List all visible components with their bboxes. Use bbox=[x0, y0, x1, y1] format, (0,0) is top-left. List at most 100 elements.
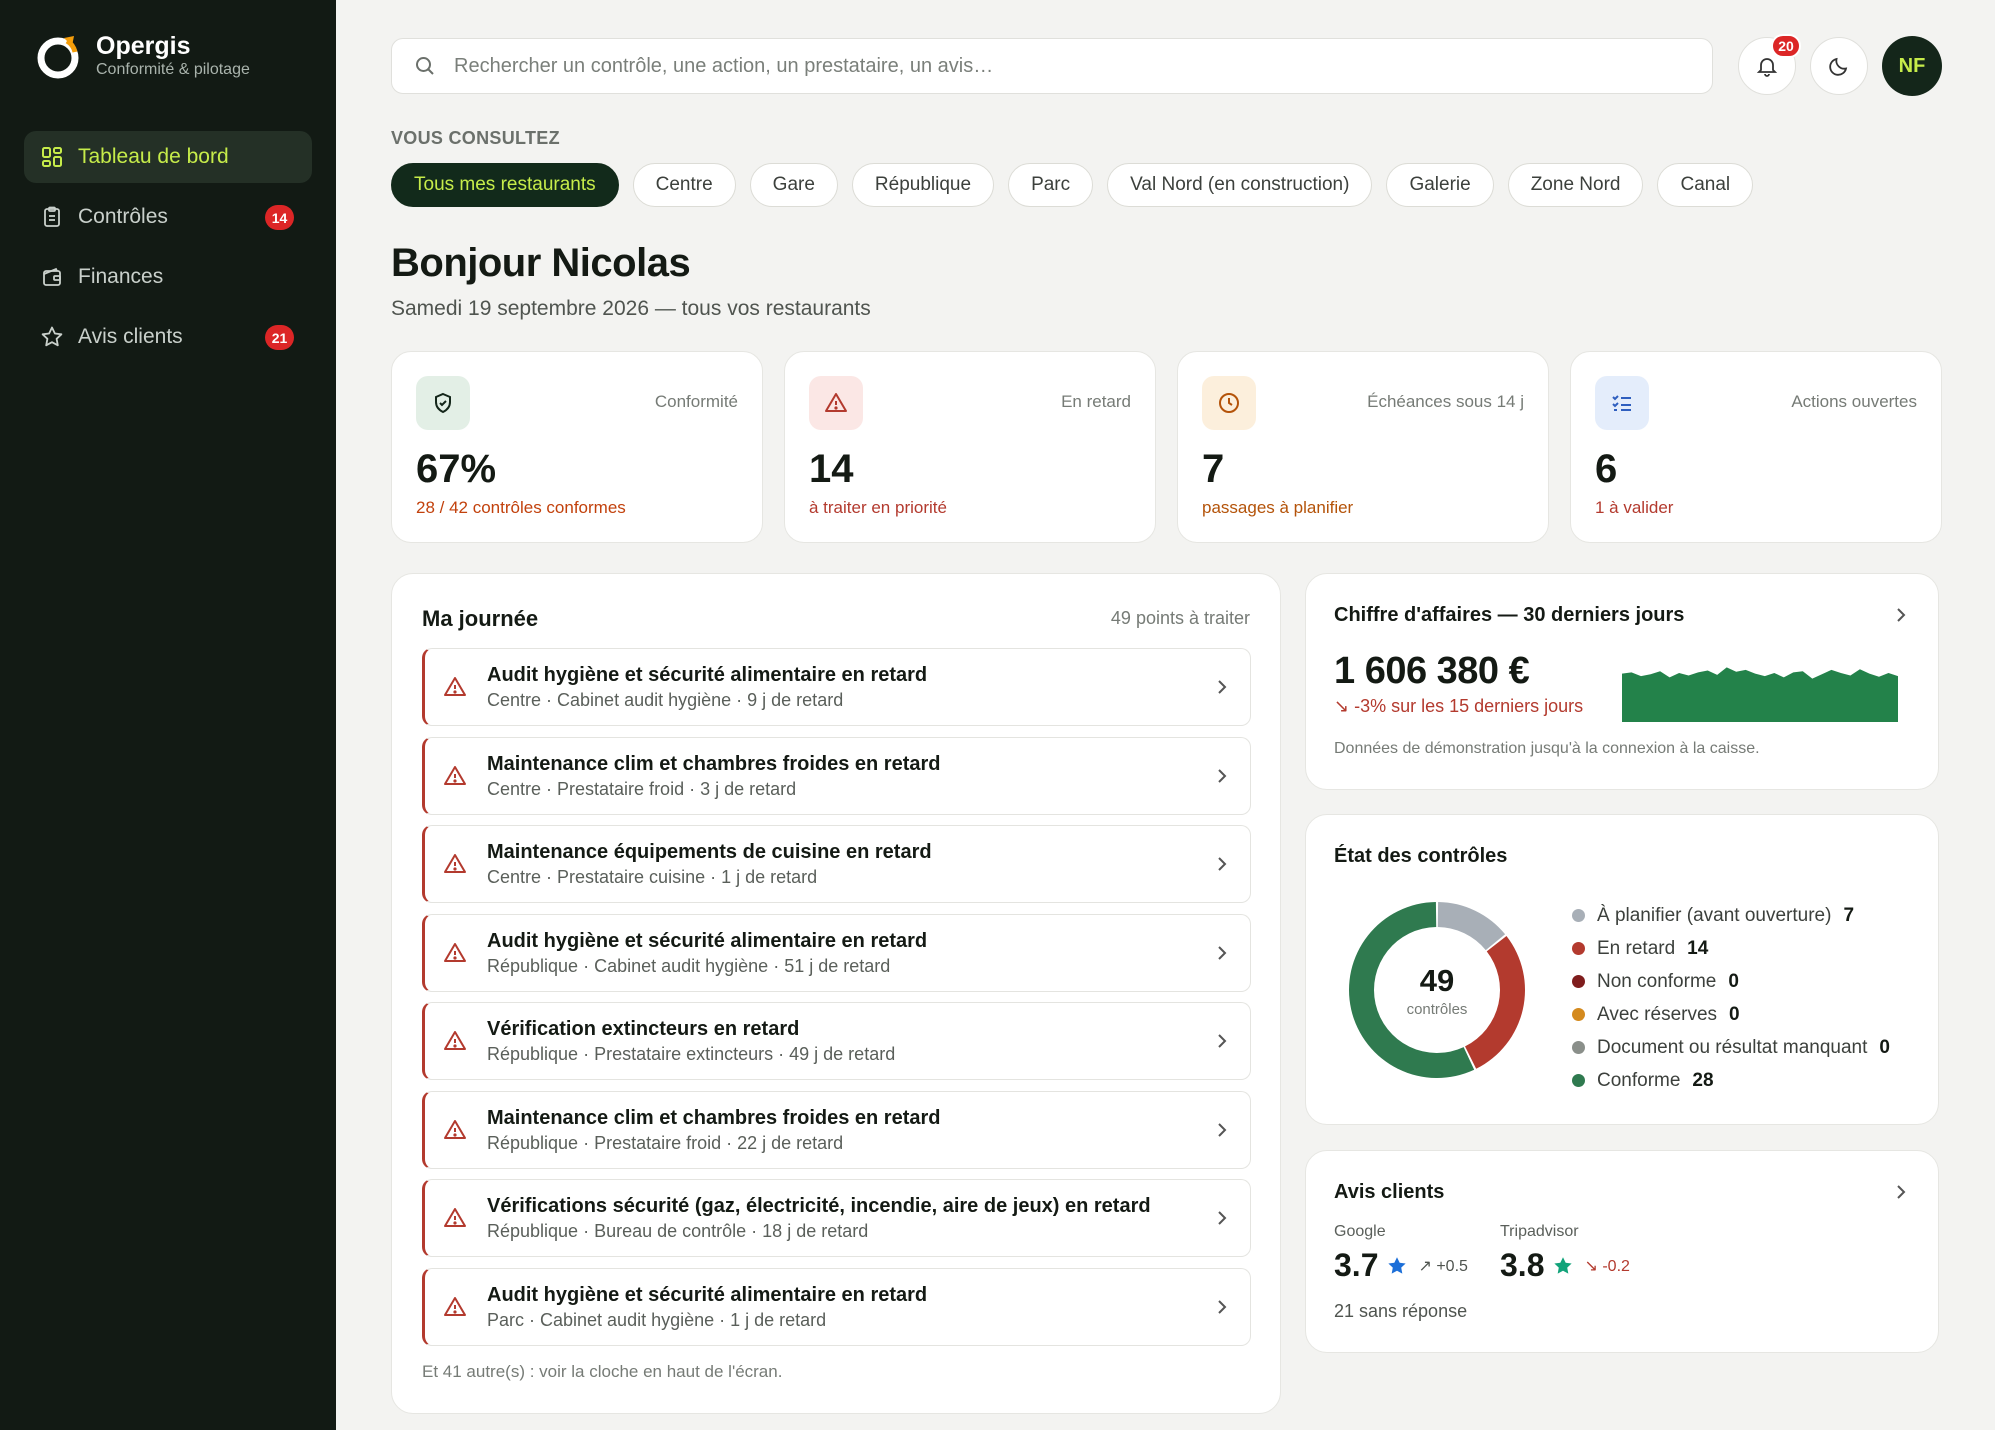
legend-item: Document ou résultat manquant 0 bbox=[1572, 1031, 1890, 1064]
chevron-right-icon bbox=[1218, 768, 1227, 783]
revenue-delta: ↘ -3% sur les 15 derniers jours bbox=[1334, 696, 1584, 716]
chip-parc[interactable]: Parc bbox=[1008, 163, 1094, 207]
chip-republique[interactable]: République bbox=[851, 163, 995, 207]
search-input[interactable] bbox=[454, 54, 1690, 78]
kpi-card-actions-ouvertes[interactable]: Actions ouvertes 6 1 à valider bbox=[1570, 351, 1942, 543]
task-meta: Centre · Prestataire froid · 3 j de reta… bbox=[487, 778, 797, 799]
chevron-right-icon[interactable] bbox=[1894, 1183, 1908, 1201]
chip-canal[interactable]: Canal bbox=[1657, 163, 1754, 207]
kpi-card-conformite[interactable]: Conformité 67% 28 / 42 contrôles conform… bbox=[391, 351, 763, 543]
brand[interactable]: Opergis Conformité & pilotage bbox=[34, 32, 250, 80]
legend-label: Avec réserves bbox=[1597, 1003, 1718, 1025]
task-list: Audit hygiène et sécurité alimentaire en… bbox=[422, 648, 1251, 1356]
legend-value: 14 bbox=[1687, 937, 1709, 959]
task-item[interactable]: Audit hygiène et sécurité alimentaire en… bbox=[422, 648, 1251, 726]
task-item[interactable]: Audit hygiène et sécurité alimentaire en… bbox=[422, 1267, 1251, 1346]
chevron-right-icon[interactable] bbox=[1894, 606, 1908, 624]
controles-count-badge: 14 bbox=[265, 205, 294, 230]
kpi-card-echeances[interactable]: Échéances sous 14 j 7 passages à planifi… bbox=[1177, 351, 1549, 543]
platform-name: Tripadvisor bbox=[1500, 1223, 1579, 1240]
platform-name: Google bbox=[1334, 1223, 1386, 1240]
chevron-right-icon bbox=[1218, 857, 1227, 871]
chip-val-nord[interactable]: Val Nord (en construction) bbox=[1107, 163, 1373, 207]
platform-tripadvisor: Tripadvisor 3.8 ↘ -0.2 bbox=[1500, 1223, 1630, 1284]
kpi-value: 7 bbox=[1202, 447, 1225, 491]
task-item[interactable]: Maintenance équipements de cuisine en re… bbox=[422, 825, 1251, 903]
restaurant-filter-chips: Tous mes restaurants Centre Gare Républi… bbox=[391, 163, 1754, 207]
clipboard-icon bbox=[40, 205, 64, 229]
chip-tous-mes-restaurants[interactable]: Tous mes restaurants bbox=[391, 163, 619, 207]
chip-zone-nord[interactable]: Zone Nord bbox=[1507, 163, 1644, 207]
legend-dot bbox=[1572, 1008, 1585, 1021]
legend-item: Conforme 28 bbox=[1572, 1064, 1890, 1097]
chevron-right-icon bbox=[1218, 945, 1227, 960]
donut-total-label: contrôles bbox=[1406, 1001, 1468, 1018]
kpi-subtext: passages à planifier bbox=[1202, 498, 1354, 517]
kpi-card-en-retard[interactable]: En retard 14 à traiter en priorité bbox=[784, 351, 1156, 543]
sparkline-area bbox=[1622, 667, 1898, 722]
kpi-label: Conformité bbox=[654, 392, 738, 411]
chevron-right-icon bbox=[1218, 1299, 1227, 1314]
legend-dot bbox=[1572, 1074, 1585, 1087]
sidebar-item-label: Avis clients bbox=[78, 325, 183, 348]
warning-triangle-icon bbox=[444, 854, 466, 873]
sidebar: Opergis Conformité & pilotage Tableau de… bbox=[0, 0, 336, 1430]
task-item[interactable]: Maintenance clim et chambres froides en … bbox=[422, 736, 1251, 815]
brand-name: Opergis bbox=[96, 32, 191, 60]
avis-count-badge: 21 bbox=[265, 325, 294, 350]
kpi-subtext: à traiter en priorité bbox=[809, 498, 947, 517]
notifications-button[interactable]: 20 bbox=[1738, 34, 1801, 95]
kpi-label: En retard bbox=[1061, 392, 1131, 411]
scope-label: VOUS CONSULTEZ bbox=[391, 128, 560, 148]
legend-dot bbox=[1572, 1041, 1585, 1054]
legend-value: 0 bbox=[1729, 1003, 1740, 1025]
kpi-value: 67% bbox=[416, 447, 497, 491]
warning-triangle-icon bbox=[444, 942, 466, 962]
sidebar-item-finances[interactable]: Finances bbox=[24, 251, 312, 303]
warning-triangle-icon bbox=[444, 1296, 466, 1316]
task-title: Maintenance équipements de cuisine en re… bbox=[487, 841, 932, 863]
user-avatar[interactable]: NF bbox=[1882, 36, 1942, 96]
rating-score: 3.8 bbox=[1500, 1247, 1545, 1283]
theme-toggle-button[interactable] bbox=[1810, 37, 1868, 95]
star-icon bbox=[40, 325, 64, 349]
task-item[interactable]: Vérification extincteurs en retard Républ… bbox=[422, 1002, 1251, 1080]
sidebar-item-avis-clients[interactable]: Avis clients 21 bbox=[24, 311, 312, 363]
donut-total: 49 bbox=[1419, 963, 1455, 998]
legend-item: Non conforme 0 bbox=[1572, 965, 1890, 998]
task-title: Vérifications sécurité (gaz, électricité… bbox=[487, 1195, 1151, 1217]
task-item[interactable]: Vérifications sécurité (gaz, électricité… bbox=[422, 1179, 1251, 1257]
sidebar-nav: Tableau de bord Contrôles 14 Finances Av… bbox=[24, 131, 312, 371]
task-title: Audit hygiène et sécurité alimentaire en… bbox=[487, 664, 928, 686]
legend-item: À planifier (avant ouverture) 7 bbox=[1572, 899, 1890, 932]
search-icon bbox=[416, 57, 434, 75]
sidebar-item-controles[interactable]: Contrôles 14 bbox=[24, 191, 312, 243]
donut-segment bbox=[1437, 902, 1506, 951]
chip-centre[interactable]: Centre bbox=[632, 163, 736, 207]
kpi-label: Échéances sous 14 j bbox=[1367, 392, 1524, 411]
task-meta: République · Bureau de contrôle · 18 j d… bbox=[487, 1221, 869, 1241]
chip-gare[interactable]: Gare bbox=[749, 163, 838, 207]
chip-galerie[interactable]: Galerie bbox=[1386, 163, 1494, 207]
revenue-value: 1 606 380 € bbox=[1334, 650, 1530, 692]
kpi-value: 6 bbox=[1595, 447, 1618, 491]
task-meta: Centre · Prestataire cuisine · 1 j de re… bbox=[487, 867, 818, 887]
search-bar[interactable] bbox=[391, 38, 1713, 94]
star-filled-icon bbox=[1388, 1256, 1407, 1274]
task-item[interactable]: Maintenance clim et chambres froides en … bbox=[422, 1090, 1251, 1169]
chiffre-affaires-card[interactable]: Chiffre d'affaires — 30 derniers jours 1… bbox=[1305, 573, 1939, 790]
sidebar-item-tableau-de-bord[interactable]: Tableau de bord bbox=[24, 131, 312, 183]
page-subtitle: Samedi 19 septembre 2026 — tous vos rest… bbox=[391, 297, 871, 320]
checklist-icon bbox=[1595, 376, 1649, 430]
task-title: Maintenance clim et chambres froides en … bbox=[487, 752, 941, 775]
legend-label: Document ou résultat manquant bbox=[1597, 1036, 1868, 1058]
points-count: 49 points à traiter bbox=[1110, 608, 1250, 628]
legend-value: 7 bbox=[1843, 904, 1855, 926]
warning-triangle-icon bbox=[444, 677, 466, 696]
chevron-right-icon bbox=[1218, 1122, 1227, 1137]
task-meta: République · Prestataire extincteurs · 4… bbox=[487, 1044, 896, 1064]
dashboard-grid-icon bbox=[40, 145, 64, 169]
legend-value: 0 bbox=[1728, 970, 1739, 992]
task-item[interactable]: Audit hygiène et sécurité alimentaire en… bbox=[422, 913, 1251, 992]
avis-clients-card[interactable]: Avis clients Google 3.7 ↗ +0.5 Tripadvis… bbox=[1305, 1150, 1939, 1353]
